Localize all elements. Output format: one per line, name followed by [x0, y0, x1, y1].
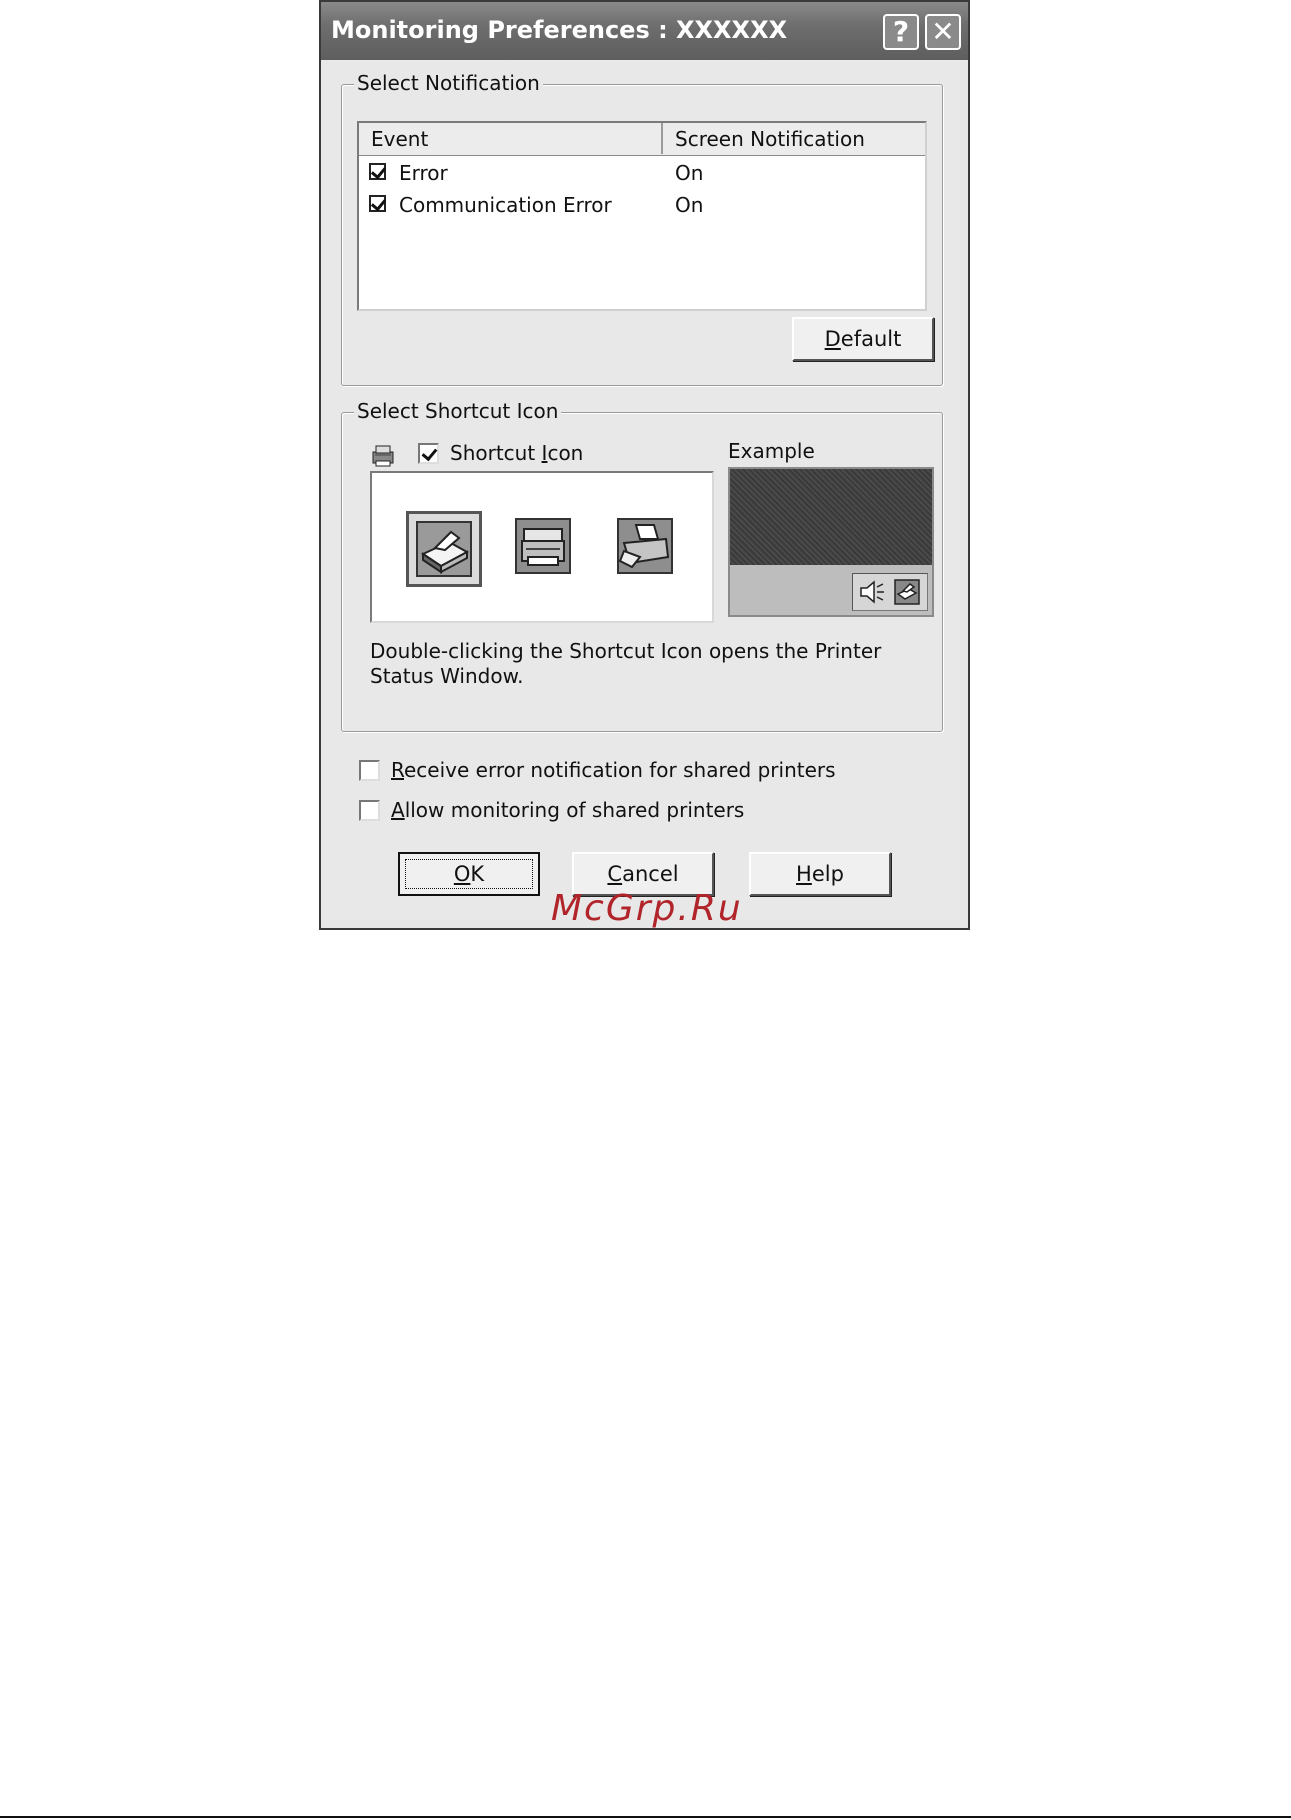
- page-footer-rule: [0, 1816, 1291, 1818]
- example-preview: [728, 467, 934, 617]
- close-icon: ✕: [931, 15, 955, 48]
- help-button[interactable]: Help: [749, 852, 891, 896]
- event-name: Communication Error: [399, 193, 612, 217]
- select-notification-label: Select Notification: [354, 71, 543, 95]
- close-button[interactable]: ✕: [925, 14, 961, 50]
- notification-value: On: [675, 193, 704, 217]
- shortcut-description: Double-clicking the Shortcut Icon opens …: [370, 639, 882, 688]
- tray-printer-icon: [894, 579, 920, 605]
- cancel-accel: C: [607, 862, 623, 886]
- help-label-rest: elp: [811, 862, 844, 886]
- dialog-content: Select Notification Event Screen Notific…: [321, 60, 968, 928]
- default-accel: D: [824, 327, 841, 351]
- example-label: Example: [728, 439, 815, 463]
- help-accel: H: [796, 862, 812, 886]
- check-icon: [370, 195, 387, 212]
- focus-ring: [405, 859, 533, 889]
- allow-monitoring-label: Allow monitoring of shared printers: [391, 798, 745, 822]
- shortcut-icon-checkbox[interactable]: [418, 443, 439, 464]
- select-notification-group: Select Notification Event Screen Notific…: [341, 71, 943, 386]
- error-checkbox[interactable]: [369, 163, 387, 180]
- column-header-event[interactable]: Event: [359, 123, 663, 154]
- watermark-text: McGrp.Ru: [551, 888, 743, 929]
- printer-choice-1[interactable]: [406, 511, 482, 587]
- printer-choice-3[interactable]: [610, 511, 686, 587]
- help-title-button[interactable]: ?: [883, 14, 919, 50]
- allow-monitoring-checkbox[interactable]: [359, 800, 380, 821]
- cancel-label-rest: ancel: [622, 862, 679, 886]
- listview-header: Event Screen Notification: [359, 123, 925, 156]
- shortcut-icon-label: Shortcut Icon: [450, 441, 584, 465]
- check-icon: [370, 163, 387, 180]
- check-icon: [421, 444, 438, 462]
- column-header-screen-notification[interactable]: Screen Notification: [663, 123, 925, 154]
- title-bar[interactable]: Monitoring Preferences : XXXXXX ? ✕: [321, 2, 968, 61]
- default-label-rest: efault: [840, 327, 902, 351]
- shortcut-icon-panel: [370, 471, 714, 623]
- select-shortcut-icon-group: Select Shortcut Icon Shortcut Icon Examp…: [341, 399, 943, 732]
- event-listview[interactable]: Event Screen Notification Error On Commu…: [357, 121, 927, 311]
- select-shortcut-icon-label: Select Shortcut Icon: [354, 399, 562, 423]
- printer-style-1-icon: [416, 521, 472, 577]
- printer-choice-2[interactable]: [508, 511, 584, 587]
- window-title: Monitoring Preferences : XXXXXX: [331, 16, 788, 44]
- printer-style-2-icon: [515, 518, 571, 574]
- monitoring-preferences-dialog: Monitoring Preferences : XXXXXX ? ✕ Sele…: [319, 0, 970, 930]
- small-printer-icon: [372, 445, 394, 467]
- printer-style-3-icon: [617, 518, 673, 574]
- default-button[interactable]: Default: [792, 317, 934, 361]
- ok-button[interactable]: OK: [398, 852, 540, 896]
- receive-error-notification-checkbox[interactable]: [359, 760, 380, 781]
- list-item-communication-error[interactable]: Communication Error On: [359, 189, 925, 221]
- question-icon: ?: [892, 15, 910, 48]
- example-desktop: [730, 469, 932, 565]
- notification-value: On: [675, 161, 704, 185]
- example-taskbar-tray: [852, 573, 928, 611]
- speaker-icon: [860, 580, 884, 604]
- receive-error-notification-label: Receive error notification for shared pr…: [391, 758, 836, 782]
- event-name: Error: [399, 161, 448, 185]
- list-item-error[interactable]: Error On: [359, 157, 925, 189]
- communication-error-checkbox[interactable]: [369, 195, 387, 212]
